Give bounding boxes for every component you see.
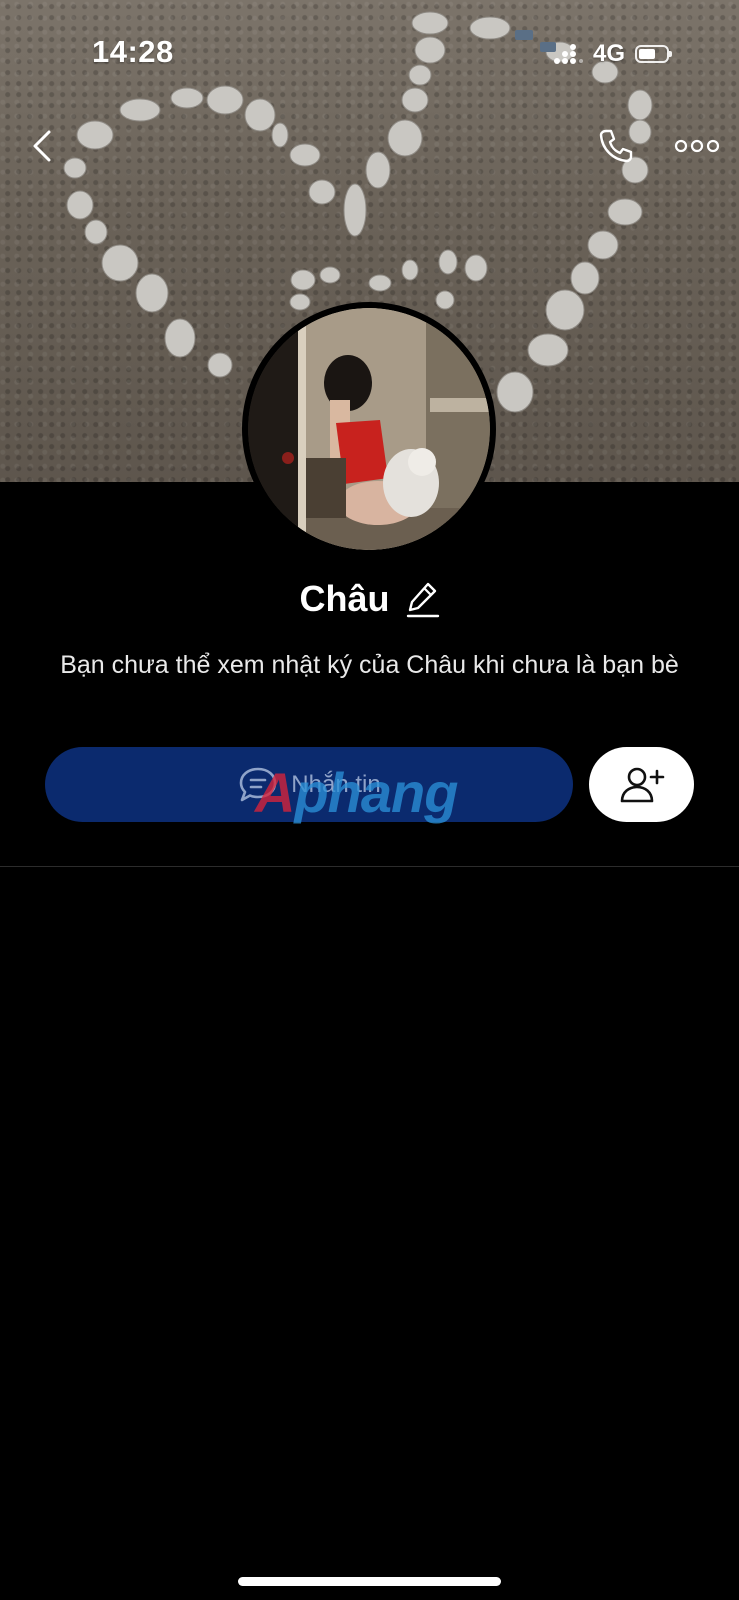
signal-icon — [553, 44, 583, 64]
pencil-icon — [406, 582, 439, 618]
edit-name-button[interactable] — [406, 580, 440, 618]
add-friend-button[interactable] — [589, 747, 694, 822]
profile-name-row: Châu — [0, 578, 739, 620]
more-dots-icon — [674, 139, 720, 153]
status-time: 14:28 — [92, 34, 174, 69]
section-divider — [0, 866, 739, 867]
avatar[interactable] — [242, 302, 496, 556]
add-friend-icon — [620, 767, 664, 802]
message-button[interactable]: Nhắn tin — [45, 747, 573, 822]
profile-name: Châu — [299, 578, 390, 619]
chat-bubble-icon — [239, 767, 277, 801]
call-button[interactable] — [592, 122, 640, 170]
more-button[interactable] — [670, 122, 724, 170]
message-button-label: Nhắn tin — [291, 770, 381, 798]
avatar-photo — [248, 308, 490, 550]
phone-icon — [599, 129, 633, 163]
status-indicators: 4G — [553, 40, 672, 68]
back-button[interactable] — [18, 122, 66, 170]
network-type: 4G — [592, 40, 625, 67]
diary-restriction-notice: Bạn chưa thể xem nhật ký của Châu khi ch… — [60, 651, 679, 679]
avatar-photo-art — [248, 308, 490, 550]
home-indicator[interactable] — [238, 1577, 501, 1586]
chevron-left-icon — [33, 130, 51, 162]
profile-screen: 14:28 4G Châu Bạn chưa thể xem nhật ký c… — [0, 0, 739, 1600]
status-bar: 14:28 4G — [0, 0, 739, 110]
battery-icon — [635, 45, 672, 63]
